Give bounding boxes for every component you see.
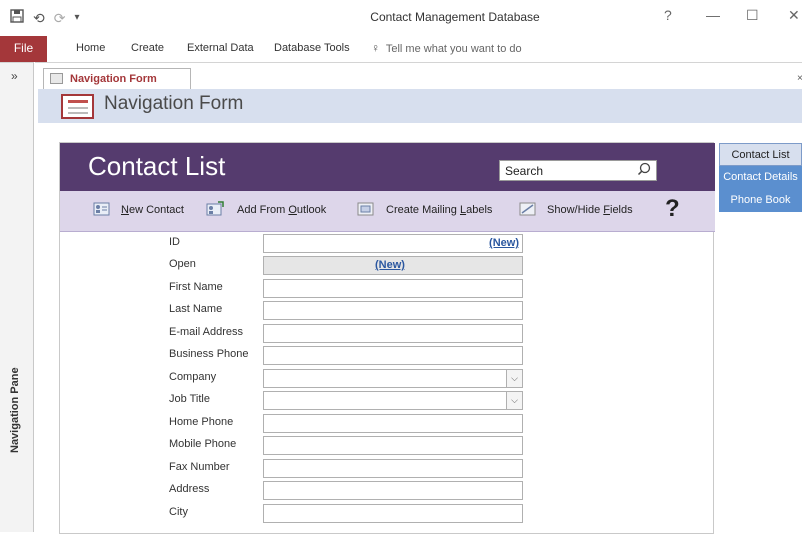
- nav-button-contact-details[interactable]: Contact Details: [719, 166, 802, 189]
- field-row-first-name: First Name: [60, 278, 715, 300]
- tab-database-tools[interactable]: Database Tools: [274, 36, 350, 60]
- ribbon-tabs: File Home Create External Data Database …: [0, 36, 802, 62]
- id-new-link[interactable]: (New): [489, 237, 519, 249]
- tab-external-data[interactable]: External Data: [187, 36, 254, 60]
- add-from-outlook-button[interactable]: Add From Outlook: [237, 204, 326, 216]
- form-title: Navigation Form: [104, 93, 244, 114]
- field-row-mobile-phone: Mobile Phone: [60, 435, 715, 457]
- search-icon[interactable]: [637, 162, 651, 179]
- document-tab[interactable]: Navigation Form: [43, 68, 191, 90]
- company-combo[interactable]: ⌵: [263, 369, 523, 388]
- field-row-job-title: Job Title ⌵: [60, 390, 715, 412]
- field-row-city: City: [60, 503, 715, 525]
- navigation-pane[interactable]: » Navigation Pane: [0, 62, 34, 532]
- file-tab[interactable]: File: [0, 36, 47, 62]
- field-label: ID: [169, 236, 180, 248]
- new-contact-label: New Contact: [121, 204, 184, 216]
- close-document-icon[interactable]: ×: [797, 73, 802, 84]
- navigation-buttons: Contact List Contact Details Phone Book: [719, 143, 802, 212]
- field-label: Last Name: [169, 303, 223, 315]
- field-row-business-phone: Business Phone: [60, 345, 715, 367]
- help-button[interactable]: ?: [665, 195, 680, 223]
- navigation-form-icon: [61, 94, 94, 119]
- field-row-id: ID (New): [60, 233, 715, 255]
- search-text: Search: [505, 164, 544, 178]
- field-label: Business Phone: [169, 348, 249, 360]
- tab-home[interactable]: Home: [76, 36, 105, 60]
- job-title-combo[interactable]: ⌵: [263, 391, 523, 410]
- nav-button-phone-book[interactable]: Phone Book: [719, 189, 802, 212]
- form-header: Navigation Form: [38, 89, 802, 123]
- window-title: Contact Management Database: [370, 10, 540, 24]
- lightbulb-icon: ♀: [371, 41, 380, 55]
- add-from-outlook-icon[interactable]: [206, 201, 224, 217]
- navigation-pane-label[interactable]: Navigation Pane: [9, 367, 21, 453]
- field-label: Fax Number: [169, 461, 230, 473]
- fax-number-field[interactable]: [263, 459, 523, 478]
- field-row-company: Company ⌵: [60, 368, 715, 390]
- open-new-link[interactable]: (New): [375, 259, 405, 271]
- tab-create[interactable]: Create: [131, 36, 164, 60]
- field-label: City: [169, 506, 188, 518]
- field-row-address: Address: [60, 480, 715, 502]
- field-row-last-name: Last Name: [60, 300, 715, 322]
- field-label: First Name: [169, 281, 223, 293]
- mailing-labels-icon[interactable]: [357, 201, 375, 217]
- contact-list-header: Contact List Search: [60, 143, 715, 191]
- chevron-down-icon[interactable]: ⌵: [506, 370, 522, 387]
- field-label: Job Title: [169, 393, 210, 405]
- field-label: Address: [169, 483, 210, 495]
- field-label: Mobile Phone: [169, 438, 237, 450]
- address-field[interactable]: [263, 481, 523, 500]
- field-row-open: Open (New): [60, 255, 715, 277]
- field-row-home-phone: Home Phone: [60, 413, 715, 435]
- contact-list-toolbar: New Contact Add From Outlook Create Mail…: [60, 191, 715, 232]
- contact-list-subform: Contact List Search New Contact Add From…: [59, 142, 715, 534]
- chevron-down-icon[interactable]: ⌵: [506, 392, 522, 409]
- business-phone-field[interactable]: [263, 346, 523, 365]
- id-field: (New): [263, 234, 523, 253]
- email-field[interactable]: [263, 324, 523, 343]
- minimize-button[interactable]: —: [706, 7, 720, 23]
- tell-me-box[interactable]: ♀ Tell me what you want to do: [371, 36, 522, 61]
- help-icon[interactable]: ?: [664, 7, 672, 23]
- maximize-button[interactable]: ☐: [746, 7, 759, 24]
- document-tab-label: Navigation Form: [70, 73, 157, 85]
- first-name-field[interactable]: [263, 279, 523, 298]
- close-button[interactable]: ✕: [788, 7, 800, 24]
- title-bar: ⟲ ⟳ ▾ Contact Management Database ? — ☐ …: [0, 0, 802, 36]
- form-icon: [50, 73, 63, 84]
- home-phone-field[interactable]: [263, 414, 523, 433]
- new-contact-icon[interactable]: [93, 201, 111, 217]
- contact-list-title: Contact List: [88, 151, 226, 181]
- field-label: Home Phone: [169, 416, 234, 428]
- show-hide-fields-icon[interactable]: [519, 201, 537, 217]
- show-hide-fields-button[interactable]: Show/Hide Fields: [547, 204, 633, 216]
- nav-button-contact-list[interactable]: Contact List: [719, 143, 802, 166]
- field-row-email: E-mail Address: [60, 323, 715, 345]
- city-field[interactable]: [263, 504, 523, 523]
- expand-chevron-icon[interactable]: »: [11, 69, 18, 83]
- last-name-field[interactable]: [263, 301, 523, 320]
- search-input[interactable]: Search: [499, 160, 657, 181]
- field-row-fax: Fax Number: [60, 458, 715, 480]
- new-contact-button[interactable]: New Contact: [121, 204, 184, 216]
- field-label: Company: [169, 371, 217, 383]
- field-label: Open: [169, 258, 196, 270]
- field-label: E-mail Address: [169, 326, 243, 338]
- document-area: Navigation Form × Navigation Form Contac…: [35, 62, 802, 534]
- tell-me-text: Tell me what you want to do: [385, 43, 522, 55]
- mobile-phone-field[interactable]: [263, 436, 523, 455]
- open-field: (New): [263, 256, 523, 275]
- create-mailing-labels-button[interactable]: Create Mailing Labels: [386, 204, 492, 216]
